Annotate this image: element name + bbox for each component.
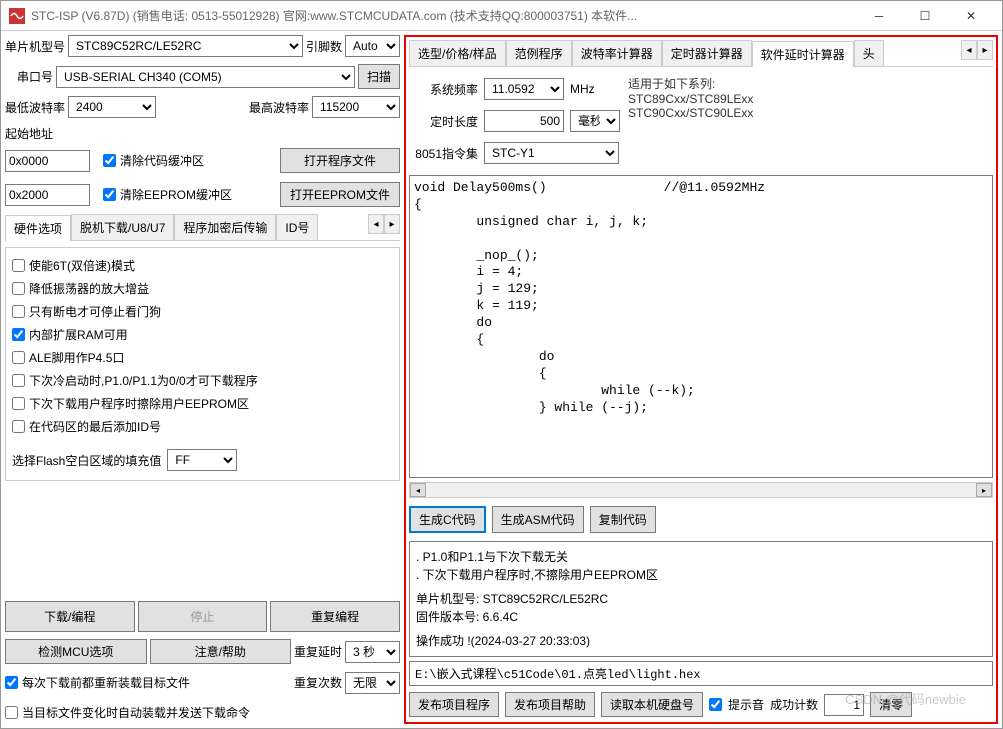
hw-tab-left-icon[interactable]: ◂ [368, 214, 384, 234]
open-program-button[interactable]: 打开程序文件 [280, 148, 400, 173]
left-panel: 单片机型号 STC89C52RC/LE52RC 引脚数 Auto 串口号 USB… [5, 35, 400, 724]
repeat-count-label: 重复次数 [294, 674, 342, 691]
gen-c-button[interactable]: 生成C代码 [409, 506, 486, 533]
pins-select[interactable]: Auto [345, 35, 400, 57]
hw-tabs: 硬件选项 脱机下载/U8/U7 程序加密后传输 ID号 ◂ ▸ [5, 214, 400, 241]
min-baud-label: 最低波特率 [5, 99, 65, 116]
stop-button[interactable]: 停止 [138, 601, 268, 632]
opt-wdt-checkbox[interactable] [12, 305, 25, 318]
max-baud-label: 最高波特率 [249, 99, 309, 116]
addr2-input[interactable] [5, 184, 90, 206]
mcu-label: 单片机型号 [5, 38, 65, 55]
addr1-input[interactable] [5, 150, 90, 172]
clear-code-checkbox[interactable] [103, 154, 116, 167]
opt-ram-checkbox[interactable] [12, 328, 25, 341]
applies-box: 适用于如下系列: STC89Cxx/STC89LExx STC90Cxx/STC… [628, 75, 753, 167]
pub-prog-button[interactable]: 发布项目程序 [409, 692, 499, 717]
right-tab-right-icon[interactable]: ▸ [977, 40, 993, 60]
code-scrollbar[interactable]: ◂ ▸ [409, 482, 993, 498]
opt-erase-checkbox[interactable] [12, 397, 25, 410]
count-label: 成功计数 [770, 696, 818, 713]
clear-eeprom-label: 清除EEPROM缓冲区 [120, 186, 232, 203]
reprogram-button[interactable]: 重复编程 [270, 601, 400, 632]
scan-button[interactable]: 扫描 [358, 64, 400, 89]
delay-config: 系统频率 11.0592 MHz 定时长度 毫秒 8051指令集 STC-Y1 [409, 71, 993, 171]
pins-label: 引脚数 [306, 38, 342, 55]
watermark: CSDN @代码newbie [845, 689, 966, 708]
opt-coldboot-checkbox[interactable] [12, 374, 25, 387]
right-panel: 选型/价格/样品 范例程序 波特率计算器 定时器计算器 软件延时计算器 头 ◂ … [404, 35, 998, 724]
hw-options-box: 使能6T(双倍速)模式 降低振荡器的放大增益 只有断电才可停止看门狗 内部扩展R… [5, 247, 400, 481]
tab-baud[interactable]: 波特率计算器 [572, 40, 662, 66]
info-box: . P1.0和P1.1与下次下载无关 . 下次下载用户程序时,不擦除用户EEPR… [409, 541, 993, 657]
repeat-delay-label: 重复延时 [294, 643, 342, 660]
help-button[interactable]: 注意/帮助 [150, 639, 292, 664]
timer-input[interactable] [484, 110, 564, 132]
tab-header[interactable]: 头 [854, 40, 884, 66]
auto-checkbox[interactable] [5, 706, 18, 719]
repeat-count-select[interactable]: 无限 [345, 672, 400, 694]
flash-fill-label: 选择Flash空白区域的填充值 [12, 452, 161, 469]
reload-checkbox[interactable] [5, 676, 18, 689]
tab-offline[interactable]: 脱机下载/U8/U7 [71, 214, 174, 240]
right-tab-left-icon[interactable]: ◂ [961, 40, 977, 60]
titlebar: STC-ISP (V6.87D) (销售电话: 0513-55012928) 官… [1, 1, 1002, 31]
sound-checkbox[interactable] [709, 698, 722, 711]
file-path: E:\嵌入式课程\c51Code\01.点亮led\light.hex [409, 661, 993, 686]
opt-osc-checkbox[interactable] [12, 282, 25, 295]
opt-idcode-checkbox[interactable] [12, 420, 25, 433]
minimize-button[interactable]: ─ [856, 1, 902, 31]
max-baud-select[interactable]: 115200 [312, 96, 400, 118]
hw-tab-right-icon[interactable]: ▸ [384, 214, 400, 234]
tab-encrypt[interactable]: 程序加密后传输 [174, 214, 276, 240]
scroll-right-icon[interactable]: ▸ [976, 483, 992, 497]
freq-unit: MHz [570, 82, 595, 96]
com-label: 串口号 [17, 68, 53, 85]
tab-timer[interactable]: 定时器计算器 [662, 40, 752, 66]
right-tabs: 选型/价格/样品 范例程序 波特率计算器 定时器计算器 软件延时计算器 头 ◂ … [409, 40, 993, 67]
read-hd-button[interactable]: 读取本机硬盘号 [601, 692, 703, 717]
scroll-left-icon[interactable]: ◂ [410, 483, 426, 497]
freq-label: 系统频率 [413, 81, 478, 98]
copy-code-button[interactable]: 复制代码 [590, 506, 656, 533]
gen-asm-button[interactable]: 生成ASM代码 [492, 506, 584, 533]
inst-label: 8051指令集 [413, 145, 478, 162]
tab-delay[interactable]: 软件延时计算器 [752, 41, 854, 67]
inst-select[interactable]: STC-Y1 [484, 142, 619, 164]
tab-selection[interactable]: 选型/价格/样品 [409, 40, 506, 66]
tab-hw-options[interactable]: 硬件选项 [5, 215, 71, 241]
start-addr-label: 起始地址 [5, 127, 53, 141]
clear-code-label: 清除代码缓冲区 [120, 152, 204, 169]
flash-fill-select[interactable]: FF [167, 449, 237, 471]
main-window: STC-ISP (V6.87D) (销售电话: 0513-55012928) 官… [0, 0, 1003, 729]
opt-6t-checkbox[interactable] [12, 259, 25, 272]
close-button[interactable]: ✕ [948, 1, 994, 31]
tab-sample[interactable]: 范例程序 [506, 40, 572, 66]
timer-label: 定时长度 [413, 113, 478, 130]
open-eeprom-button[interactable]: 打开EEPROM文件 [280, 182, 400, 207]
timer-unit-select[interactable]: 毫秒 [570, 110, 620, 132]
check-mcu-button[interactable]: 检测MCU选项 [5, 639, 147, 664]
sound-label: 提示音 [728, 696, 764, 713]
tab-id[interactable]: ID号 [276, 214, 318, 240]
freq-select[interactable]: 11.0592 [484, 78, 564, 100]
pub-help-button[interactable]: 发布项目帮助 [505, 692, 595, 717]
repeat-delay-select[interactable]: 3 秒 [345, 641, 400, 663]
title-text: STC-ISP (V6.87D) (销售电话: 0513-55012928) 官… [31, 7, 856, 24]
download-button[interactable]: 下载/编程 [5, 601, 135, 632]
mcu-select[interactable]: STC89C52RC/LE52RC [68, 35, 303, 57]
clear-eeprom-checkbox[interactable] [103, 188, 116, 201]
app-icon [9, 8, 25, 24]
min-baud-select[interactable]: 2400 [68, 96, 156, 118]
maximize-button[interactable]: ☐ [902, 1, 948, 31]
opt-ale-checkbox[interactable] [12, 351, 25, 364]
code-output[interactable]: void Delay500ms() //@11.0592MHz { unsign… [409, 175, 993, 478]
com-select[interactable]: USB-SERIAL CH340 (COM5) [56, 66, 355, 88]
